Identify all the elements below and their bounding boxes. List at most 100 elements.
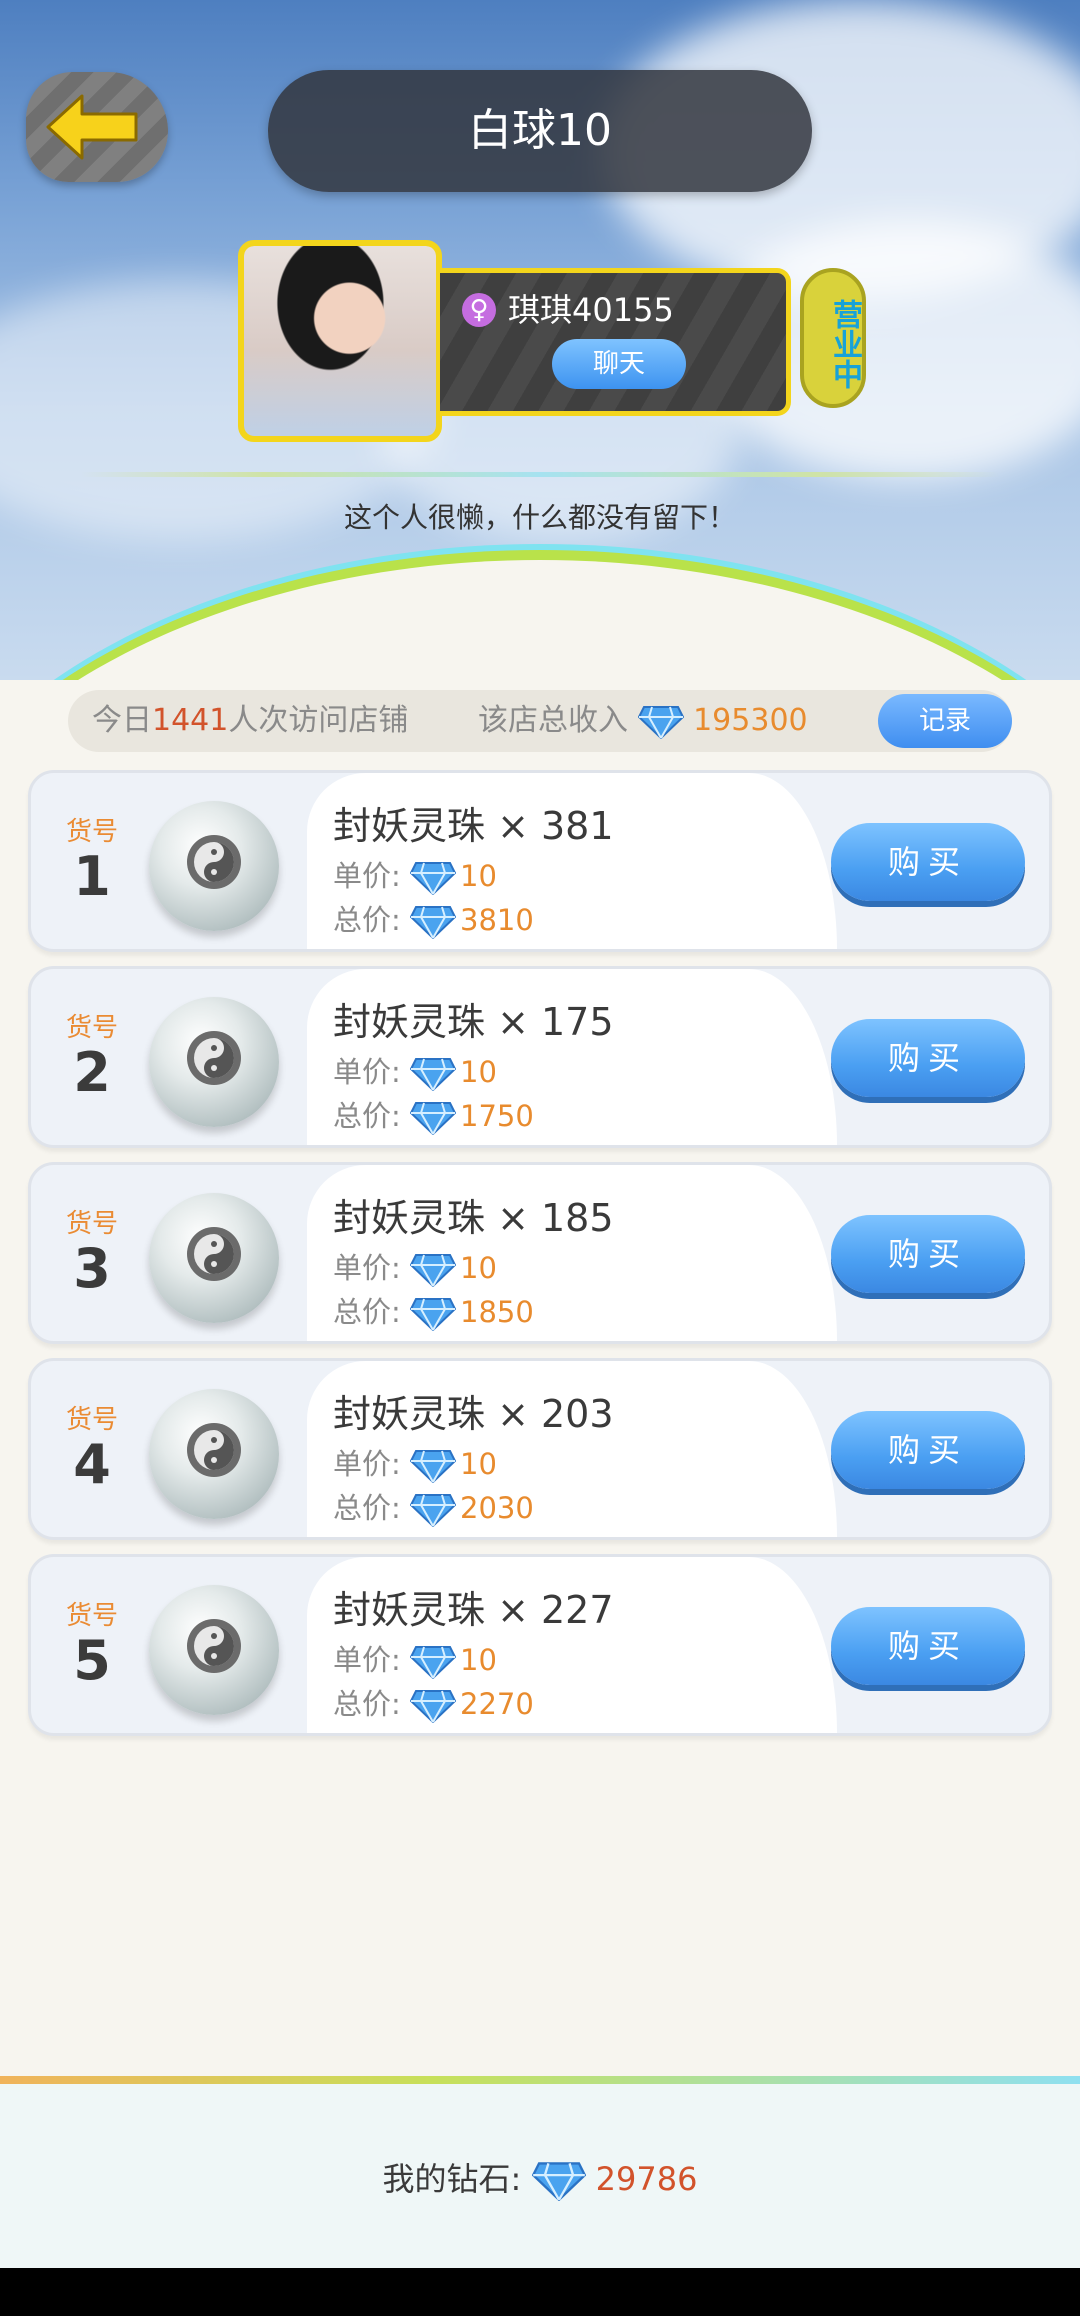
total-price-label: 总价:	[333, 1687, 401, 1721]
chat-button[interactable]: 聊天	[552, 339, 686, 389]
item-no: 5	[73, 1629, 111, 1692]
user-card: ♀ 琪琪40155 聊天	[440, 268, 791, 416]
back-button[interactable]	[26, 72, 168, 182]
buy-button[interactable]: 购买	[831, 1411, 1025, 1489]
item-name: 封妖灵珠 × 227	[333, 1588, 614, 1632]
unit-price: 10	[460, 1447, 497, 1481]
diamond-icon	[410, 1058, 456, 1091]
diamond-icon	[410, 1298, 456, 1331]
item-no-label: 货号	[65, 1601, 118, 1631]
item-row: 货号 3 封妖灵珠 × 185 单价: 10 总价: 1850 购买	[28, 1162, 1052, 1344]
total-price-row: 总价: 2030	[333, 1485, 534, 1527]
unit-price-row: 单价: 10	[333, 1637, 497, 1679]
username: 琪琪40155	[508, 291, 674, 329]
yin-yang-icon	[187, 1619, 241, 1673]
item-no: 2	[73, 1041, 111, 1104]
unit-price-row: 单价: 10	[333, 1441, 497, 1483]
unit-price: 10	[460, 1055, 497, 1089]
item-no: 4	[73, 1433, 111, 1496]
diamond-icon	[410, 862, 456, 895]
visits-suffix: 人次访问店铺	[228, 703, 409, 738]
unit-price: 10	[460, 859, 497, 893]
diamond-icon	[410, 1646, 456, 1679]
diamond-icon	[637, 705, 684, 739]
yin-yang-icon	[187, 835, 241, 889]
status-badge: 营业中	[800, 268, 866, 408]
total-price-row: 总价: 2270	[333, 1681, 534, 1723]
item-no: 1	[73, 845, 111, 908]
visits-count: 1441	[152, 703, 229, 738]
total-price-row: 总价: 3810	[333, 897, 534, 939]
unit-price-label: 单价:	[333, 1447, 401, 1481]
total-price-row: 总价: 1750	[333, 1093, 534, 1135]
total-price: 2270	[460, 1687, 534, 1721]
page-title: 白球10	[268, 70, 812, 192]
item-no-label: 货号	[65, 817, 118, 847]
unit-price: 10	[460, 1643, 497, 1677]
item-orb-image	[149, 801, 279, 931]
unit-price-label: 单价:	[333, 1055, 401, 1089]
buy-button[interactable]: 购买	[831, 1019, 1025, 1097]
wallet-label: 我的钻石:	[382, 2160, 522, 2198]
bio-text: 这个人很懒，什么都没有留下！	[343, 501, 736, 534]
item-row: 货号 5 封妖灵珠 × 227 单价: 10 总价: 2270 购买	[28, 1554, 1052, 1736]
item-orb-image	[149, 1585, 279, 1715]
back-arrow-icon	[46, 94, 138, 160]
item-no: 3	[73, 1237, 111, 1300]
total-price-label: 总价:	[333, 1491, 401, 1525]
income-stats: 该店总收入 195300	[478, 690, 808, 752]
avatar[interactable]	[238, 240, 442, 442]
income-label: 该店总收入	[478, 703, 628, 738]
visits-prefix: 今日	[92, 703, 152, 738]
unit-price-label: 单价:	[333, 1251, 401, 1285]
unit-price-label: 单价:	[333, 859, 401, 893]
footer: 我的钻石: 29786	[0, 2084, 1080, 2268]
avatar-image	[244, 246, 436, 436]
diamond-icon	[531, 2162, 586, 2201]
item-orb-image	[149, 1193, 279, 1323]
female-icon: ♀	[462, 293, 496, 327]
unit-price-row: 单价: 10	[333, 1049, 497, 1091]
total-price-label: 总价:	[333, 1295, 401, 1329]
item-no-label: 货号	[65, 1013, 118, 1043]
item-row: 货号 2 封妖灵珠 × 175 单价: 10 总价: 1750 购买	[28, 966, 1052, 1148]
stats-bar: 今日1441人次访问店铺 该店总收入 195300 记录	[68, 690, 1012, 752]
total-price: 2030	[460, 1491, 534, 1525]
system-nav-bar	[0, 2268, 1080, 2316]
footer-divider	[0, 2076, 1080, 2084]
item-row: 货号 1 封妖灵珠 × 381 单价: 10 总价: 3810 购买	[28, 770, 1052, 952]
unit-price-row: 单价: 10	[333, 853, 497, 895]
item-name: 封妖灵珠 × 185	[333, 1196, 614, 1240]
buy-button[interactable]: 购买	[831, 1215, 1025, 1293]
total-price-label: 总价:	[333, 1099, 401, 1133]
yin-yang-icon	[187, 1423, 241, 1477]
total-price: 3810	[460, 903, 534, 937]
unit-price-label: 单价:	[333, 1643, 401, 1677]
total-price: 1850	[460, 1295, 534, 1329]
item-name: 封妖灵珠 × 175	[333, 1000, 614, 1044]
item-orb-image	[149, 997, 279, 1127]
visit-stats: 今日1441人次访问店铺	[92, 690, 408, 752]
record-button[interactable]: 记录	[878, 694, 1012, 748]
yin-yang-icon	[187, 1227, 241, 1281]
item-orb-image	[149, 1389, 279, 1519]
total-price: 1750	[460, 1099, 534, 1133]
buy-button[interactable]: 购买	[831, 1607, 1025, 1685]
item-no-label: 货号	[65, 1405, 118, 1435]
buy-button[interactable]: 购买	[831, 823, 1025, 901]
wallet-value: 29786	[595, 2160, 698, 2198]
wallet: 我的钻石: 29786	[0, 2154, 1080, 2201]
item-row: 货号 4 封妖灵珠 × 203 单价: 10 总价: 2030 购买	[28, 1358, 1052, 1540]
yin-yang-icon	[187, 1031, 241, 1085]
diamond-icon	[410, 1494, 456, 1527]
diamond-icon	[410, 906, 456, 939]
diamond-icon	[410, 1450, 456, 1483]
total-price-label: 总价:	[333, 903, 401, 937]
diamond-icon	[410, 1102, 456, 1135]
total-price-row: 总价: 1850	[333, 1289, 534, 1331]
income-value: 195300	[693, 703, 808, 738]
item-name: 封妖灵珠 × 381	[333, 804, 614, 848]
diamond-icon	[410, 1690, 456, 1723]
divider	[80, 472, 1000, 477]
diamond-icon	[410, 1254, 456, 1287]
